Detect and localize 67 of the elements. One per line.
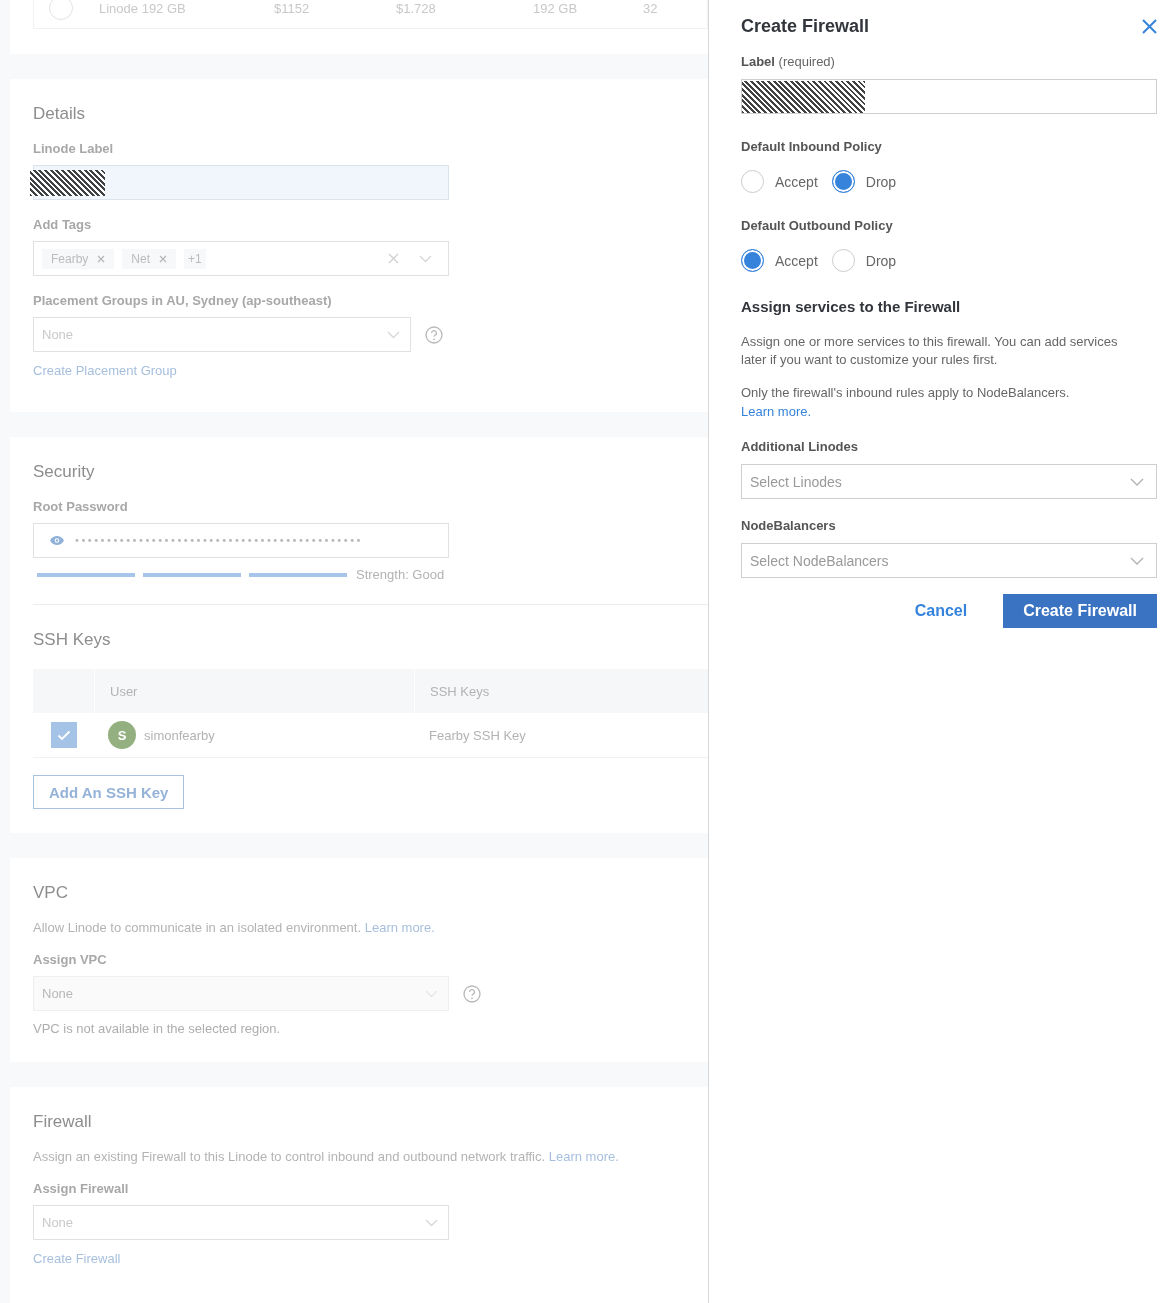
- chevron-down-icon[interactable]: [387, 330, 400, 339]
- input-field[interactable]: [33, 165, 449, 200]
- chevron-down-icon[interactable]: [425, 1218, 438, 1227]
- help-icon[interactable]: [425, 325, 443, 344]
- section-title: Details: [33, 104, 86, 124]
- select-field[interactable]: Select NodeBalancers: [741, 543, 1157, 578]
- radio-button[interactable]: [741, 170, 764, 193]
- description: Assign one or more services to this firewall. You can add services later if you want to customize your rules first.: [741, 333, 1119, 369]
- radio-label: Accept: [775, 252, 818, 269]
- column-header: SSH Keys: [429, 683, 490, 699]
- field-label: Placement Groups in AU, Sydney (ap-southeast): [33, 293, 333, 308]
- checkmark-icon: [56, 729, 71, 741]
- radio-label: Accept: [775, 173, 818, 190]
- helper-text: VPC is not available in the selected region.: [33, 1021, 282, 1036]
- close-icon[interactable]: [1142, 19, 1157, 34]
- section-title: VPC: [33, 883, 69, 903]
- table-cell-text: Fearby SSH Key: [428, 727, 526, 743]
- field-label: Default Inbound Policy: [741, 139, 883, 154]
- drawer-title: Create Firewall: [741, 16, 870, 37]
- note-text: Only the firewall's inbound rules apply to NodeBalancers.: [741, 384, 1071, 402]
- create-firewall-link[interactable]: Create Firewall: [33, 1251, 121, 1266]
- radio-label: Drop: [865, 252, 897, 269]
- add-ssh-key-button[interactable]: Add An SSH Key: [33, 775, 185, 809]
- section-title: Assign services to the Firewall: [741, 298, 962, 315]
- learn-more-link[interactable]: Learn more.: [741, 404, 812, 419]
- chevron-down-icon[interactable]: [419, 254, 432, 263]
- column-header: User: [95, 669, 415, 713]
- eye-icon[interactable]: [49, 535, 65, 546]
- field-label: Root Password: [33, 499, 129, 514]
- learn-more-link[interactable]: Learn more.: [548, 1149, 619, 1164]
- remove-icon[interactable]: [159, 254, 168, 263]
- chevron-down-icon[interactable]: [1130, 556, 1144, 565]
- strength-reading: Strength: Good: [356, 567, 445, 582]
- section-title: SSH Keys: [33, 630, 112, 650]
- cancel-button[interactable]: Cancel: [896, 594, 986, 628]
- more-count: +1: [184, 248, 206, 269]
- create-firewall-button[interactable]: Create Firewall: [1003, 594, 1157, 628]
- tag-label: Net: [131, 251, 151, 266]
- field-label: Assign Firewall: [33, 1181, 130, 1196]
- field-label: Add Tags: [33, 217, 93, 232]
- select-field[interactable]: Select Linodes: [741, 464, 1157, 499]
- field-label: Linode Label: [33, 141, 115, 156]
- input-field[interactable]: [741, 79, 1157, 114]
- user-name: simonfearby: [144, 727, 215, 743]
- tag-label: Fearby: [51, 251, 89, 266]
- create-placement-group-link[interactable]: Create Placement Group: [33, 363, 177, 378]
- radio-button[interactable]: [741, 249, 764, 272]
- radio-button[interactable]: [831, 249, 855, 272]
- section-title: Security: [33, 462, 96, 482]
- description: Allow Linode to communicate in an isolated environment. Learn more.: [33, 920, 436, 935]
- chevron-down-icon[interactable]: [1130, 477, 1144, 486]
- clear-icon[interactable]: [388, 253, 399, 264]
- help-icon[interactable]: [463, 984, 481, 1003]
- field-label: NodeBalancers: [741, 518, 837, 533]
- description: Assign an existing Firewall to this Linode to control inbound and outbound network traffic. Learn more.: [33, 1149, 620, 1164]
- field-label: Assign VPC: [33, 952, 108, 967]
- radio-label: Drop: [865, 173, 897, 190]
- field-label: Default Outbound Policy: [741, 218, 894, 233]
- field-label: Additional Linodes: [741, 439, 859, 454]
- remove-icon[interactable]: [97, 254, 106, 263]
- tags-field[interactable]: Fearby Net +1: [33, 241, 449, 276]
- radio-button[interactable]: [831, 170, 855, 193]
- password-field[interactable]: •••••••••••••••••••••••••••••••••••••••••••••: [33, 523, 449, 558]
- avatar: S: [108, 721, 136, 749]
- field-label: Label (required): [741, 54, 836, 69]
- section-title: Firewall: [33, 1112, 93, 1132]
- checkbox[interactable]: [50, 722, 77, 748]
